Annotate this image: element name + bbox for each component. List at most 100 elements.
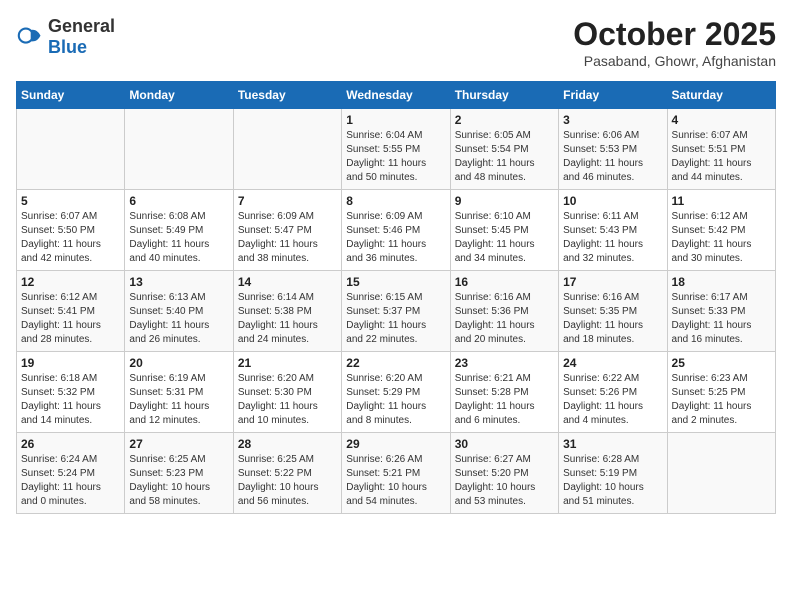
day-info: Sunrise: 6:12 AM Sunset: 5:41 PM Dayligh… [21,291,120,347]
day-number: 19 [21,356,120,370]
calendar-cell: 21 Sunrise: 6:20 AM Sunset: 5:30 PM Dayli… [233,352,341,433]
day-info: Sunrise: 6:08 AM Sunset: 5:49 PM Dayligh… [129,210,228,266]
day-info: Sunrise: 6:25 AM Sunset: 5:23 PM Dayligh… [129,453,228,509]
day-info: Sunrise: 6:09 AM Sunset: 5:46 PM Dayligh… [346,210,445,266]
calendar-cell: 24Sunrise: 6:22 AM Sunset: 5:26 PM Dayli… [559,352,667,433]
day-number: 14 [238,275,337,289]
day-info: Sunrise: 6:20 AM Sunset: 5:30 PM Dayligh… [238,372,337,428]
logo: General Blue [16,16,115,58]
day-number: 16 [455,275,554,289]
calendar-cell: 31 Sunrise: 6:28 AM Sunset: 5:19 PM Dayli… [559,433,667,514]
calendar-cell [233,109,341,190]
day-info: Sunrise: 6:07 AM Sunset: 5:51 PM Dayligh… [672,129,771,185]
day-number: 2 [455,113,554,127]
day-info: Sunrise: 6:25 AM Sunset: 5:22 PM Dayligh… [238,453,337,509]
calendar-cell [667,433,775,514]
month-title: October 2025 [573,16,776,53]
calendar-week-row: 26Sunrise: 6:24 AM Sunset: 5:24 PM Dayli… [17,433,776,514]
day-info: Sunrise: 6:28 AM Sunset: 5:19 PM Dayligh… [563,453,662,509]
calendar-week-row: 12 Sunrise: 6:12 AM Sunset: 5:41 PM Dayli… [17,271,776,352]
day-info: Sunrise: 6:15 AM Sunset: 5:37 PM Dayligh… [346,291,445,347]
calendar-cell: 2 Sunrise: 6:05 AM Sunset: 5:54 PM Daylig… [450,109,558,190]
day-header-thursday: Thursday [450,82,558,109]
day-info: Sunrise: 6:14 AM Sunset: 5:38 PM Dayligh… [238,291,337,347]
day-number: 13 [129,275,228,289]
day-info: Sunrise: 6:13 AM Sunset: 5:40 PM Dayligh… [129,291,228,347]
calendar-cell [125,109,233,190]
day-info: Sunrise: 6:09 AM Sunset: 5:47 PM Dayligh… [238,210,337,266]
calendar-cell: 13 Sunrise: 6:13 AM Sunset: 5:40 PM Dayli… [125,271,233,352]
day-number: 5 [21,194,120,208]
calendar-week-row: 1 Sunrise: 6:04 AM Sunset: 5:55 PM Daylig… [17,109,776,190]
calendar-cell: 16 Sunrise: 6:16 AM Sunset: 5:36 PM Dayli… [450,271,558,352]
calendar-cell: 3 Sunrise: 6:06 AM Sunset: 5:53 PM Daylig… [559,109,667,190]
day-number: 18 [672,275,771,289]
day-number: 24 [563,356,662,370]
calendar-cell: 23Sunrise: 6:21 AM Sunset: 5:28 PM Dayli… [450,352,558,433]
calendar-cell: 9 Sunrise: 6:10 AM Sunset: 5:45 PM Daylig… [450,190,558,271]
calendar-cell: 20 Sunrise: 6:19 AM Sunset: 5:31 PM Dayli… [125,352,233,433]
calendar-cell: 27 Sunrise: 6:25 AM Sunset: 5:23 PM Dayli… [125,433,233,514]
day-number: 1 [346,113,445,127]
calendar-cell: 26Sunrise: 6:24 AM Sunset: 5:24 PM Dayli… [17,433,125,514]
day-number: 15 [346,275,445,289]
calendar-cell: 22 Sunrise: 6:20 AM Sunset: 5:29 PM Dayli… [342,352,450,433]
day-number: 7 [238,194,337,208]
day-header-tuesday: Tuesday [233,82,341,109]
day-info: Sunrise: 6:26 AM Sunset: 5:21 PM Dayligh… [346,453,445,509]
day-number: 12 [21,275,120,289]
day-info: Sunrise: 6:11 AM Sunset: 5:43 PM Dayligh… [563,210,662,266]
day-info: Sunrise: 6:24 AM Sunset: 5:24 PM Dayligh… [21,453,120,509]
day-info: Sunrise: 6:06 AM Sunset: 5:53 PM Dayligh… [563,129,662,185]
day-info: Sunrise: 6:19 AM Sunset: 5:31 PM Dayligh… [129,372,228,428]
calendar-table: SundayMondayTuesdayWednesdayThursdayFrid… [16,81,776,514]
title-section: October 2025 Pasaband, Ghowr, Afghanista… [573,16,776,69]
calendar-cell: 17 Sunrise: 6:16 AM Sunset: 5:35 PM Dayli… [559,271,667,352]
day-info: Sunrise: 6:16 AM Sunset: 5:36 PM Dayligh… [455,291,554,347]
day-number: 9 [455,194,554,208]
day-info: Sunrise: 6:20 AM Sunset: 5:29 PM Dayligh… [346,372,445,428]
day-header-sunday: Sunday [17,82,125,109]
logo-general: General [48,16,115,36]
day-info: Sunrise: 6:21 AM Sunset: 5:28 PM Dayligh… [455,372,554,428]
day-info: Sunrise: 6:05 AM Sunset: 5:54 PM Dayligh… [455,129,554,185]
day-info: Sunrise: 6:17 AM Sunset: 5:33 PM Dayligh… [672,291,771,347]
day-number: 4 [672,113,771,127]
day-number: 20 [129,356,228,370]
day-number: 3 [563,113,662,127]
calendar-cell: 11 Sunrise: 6:12 AM Sunset: 5:42 PM Dayli… [667,190,775,271]
day-number: 6 [129,194,228,208]
calendar-cell: 10Sunrise: 6:11 AM Sunset: 5:43 PM Dayli… [559,190,667,271]
calendar-cell: 12 Sunrise: 6:12 AM Sunset: 5:41 PM Dayli… [17,271,125,352]
day-number: 21 [238,356,337,370]
day-info: Sunrise: 6:04 AM Sunset: 5:55 PM Dayligh… [346,129,445,185]
day-number: 11 [672,194,771,208]
day-number: 25 [672,356,771,370]
day-number: 27 [129,437,228,451]
day-info: Sunrise: 6:10 AM Sunset: 5:45 PM Dayligh… [455,210,554,266]
logo-icon [16,23,44,51]
calendar-cell: 30Sunrise: 6:27 AM Sunset: 5:20 PM Dayli… [450,433,558,514]
logo-text: General Blue [48,16,115,58]
page-header: General Blue October 2025 Pasaband, Ghow… [16,16,776,69]
day-number: 22 [346,356,445,370]
day-number: 28 [238,437,337,451]
day-number: 17 [563,275,662,289]
day-number: 31 [563,437,662,451]
day-header-monday: Monday [125,82,233,109]
day-info: Sunrise: 6:18 AM Sunset: 5:32 PM Dayligh… [21,372,120,428]
calendar-week-row: 5Sunrise: 6:07 AM Sunset: 5:50 PM Daylig… [17,190,776,271]
calendar-header-row: SundayMondayTuesdayWednesdayThursdayFrid… [17,82,776,109]
day-header-friday: Friday [559,82,667,109]
calendar-cell: 29Sunrise: 6:26 AM Sunset: 5:21 PM Dayli… [342,433,450,514]
calendar-cell [17,109,125,190]
logo-blue: Blue [48,37,87,57]
calendar-cell: 5Sunrise: 6:07 AM Sunset: 5:50 PM Daylig… [17,190,125,271]
day-info: Sunrise: 6:16 AM Sunset: 5:35 PM Dayligh… [563,291,662,347]
day-info: Sunrise: 6:23 AM Sunset: 5:25 PM Dayligh… [672,372,771,428]
day-info: Sunrise: 6:12 AM Sunset: 5:42 PM Dayligh… [672,210,771,266]
calendar-cell: 14 Sunrise: 6:14 AM Sunset: 5:38 PM Dayli… [233,271,341,352]
calendar-week-row: 19 Sunrise: 6:18 AM Sunset: 5:32 PM Dayli… [17,352,776,433]
calendar-cell: 1 Sunrise: 6:04 AM Sunset: 5:55 PM Daylig… [342,109,450,190]
calendar-cell: 15 Sunrise: 6:15 AM Sunset: 5:37 PM Dayli… [342,271,450,352]
